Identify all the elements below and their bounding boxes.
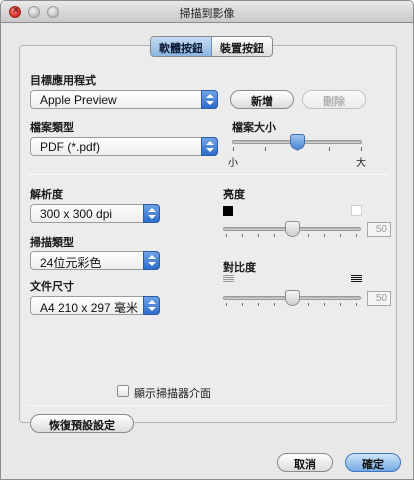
file-size-large-label: 大	[356, 158, 366, 169]
file-type-value: PDF (*.pdf)	[40, 140, 101, 154]
slider-tick	[356, 303, 357, 306]
add-button[interactable]: 新增	[230, 90, 294, 109]
file-type-label: 檔案類型	[30, 122, 74, 134]
low-contrast-icon	[223, 275, 234, 284]
delete-button[interactable]: 刪除	[302, 90, 366, 109]
slider-tick	[242, 234, 243, 237]
slider-tick	[258, 234, 259, 237]
slider-tick	[274, 303, 275, 306]
slider-tick	[361, 147, 362, 151]
settings-panel: 軟體按鈕 裝置按鈕 目標應用程式 Apple Preview 新增 刪除 檔案類…	[19, 36, 397, 433]
popup-arrows-icon	[143, 204, 160, 223]
cancel-button[interactable]: 取消	[277, 453, 333, 472]
file-size-slider-knob[interactable]	[290, 134, 305, 150]
slider-tick	[226, 234, 227, 237]
slider-tick	[308, 234, 309, 237]
scan-to-image-window: ✕ 掃描到影像 軟體按鈕 裝置按鈕 目標應用程式 Apple Preview 新…	[0, 0, 414, 480]
ok-button[interactable]: 確定	[345, 453, 401, 472]
show-scanner-interface-label: 顯示掃描器介面	[134, 388, 211, 400]
slider-tick	[258, 303, 259, 306]
slider-tick	[340, 303, 341, 306]
slider-tick	[274, 234, 275, 237]
scan-type-popup[interactable]: 24位元彩色	[30, 251, 160, 270]
slider-tick	[329, 147, 330, 151]
restore-defaults-button[interactable]: 恢復預設設定	[30, 414, 134, 433]
tab-group: 軟體按鈕 裝置按鈕	[150, 36, 273, 57]
contrast-slider-knob[interactable]	[285, 290, 300, 306]
black-square-icon	[223, 206, 233, 216]
tab-software-button[interactable]: 軟體按鈕	[151, 37, 212, 56]
resolution-popup[interactable]: 300 x 300 dpi	[30, 204, 160, 223]
popup-arrows-icon	[143, 251, 160, 270]
document-size-popup[interactable]: A4 210 x 297 毫米	[30, 296, 160, 315]
slider-tick	[265, 147, 266, 151]
tab-device-button[interactable]: 裝置按鈕	[212, 37, 272, 56]
slider-tick	[233, 147, 234, 151]
popup-arrows-icon	[143, 296, 160, 315]
document-size-label: 文件尺寸	[30, 281, 74, 293]
section-divider	[28, 405, 388, 406]
title-bar: ✕ 掃描到影像	[1, 1, 413, 23]
slider-tick	[356, 234, 357, 237]
target-app-popup[interactable]: Apple Preview	[30, 90, 218, 109]
scan-type-label: 掃描類型	[30, 237, 74, 249]
slider-tick	[324, 303, 325, 306]
slider-tick	[324, 234, 325, 237]
resolution-value: 300 x 300 dpi	[40, 207, 113, 221]
file-type-popup[interactable]: PDF (*.pdf)	[30, 137, 218, 156]
document-size-value: A4 210 x 297 毫米	[40, 301, 139, 315]
high-contrast-icon	[351, 275, 362, 284]
popup-arrows-icon	[201, 137, 218, 156]
file-size-label: 檔案大小	[232, 122, 276, 134]
file-size-small-label: 小	[228, 158, 238, 169]
slider-tick	[308, 303, 309, 306]
contrast-label: 對比度	[223, 262, 256, 274]
target-app-value: Apple Preview	[40, 93, 117, 107]
show-scanner-interface-checkbox[interactable]	[117, 385, 129, 397]
brightness-label: 亮度	[223, 189, 245, 201]
brightness-slider-knob[interactable]	[285, 221, 300, 237]
slider-tick	[242, 303, 243, 306]
resolution-label: 解析度	[30, 189, 63, 201]
brightness-value[interactable]: 50	[367, 222, 391, 237]
scan-type-value: 24位元彩色	[40, 256, 102, 270]
slider-tick	[340, 234, 341, 237]
target-app-label: 目標應用程式	[30, 75, 96, 87]
contrast-value[interactable]: 50	[367, 291, 391, 306]
popup-arrows-icon	[201, 90, 218, 109]
slider-tick	[226, 303, 227, 306]
section-divider	[28, 174, 388, 175]
white-square-icon	[351, 205, 362, 216]
window-title: 掃描到影像	[179, 8, 235, 20]
